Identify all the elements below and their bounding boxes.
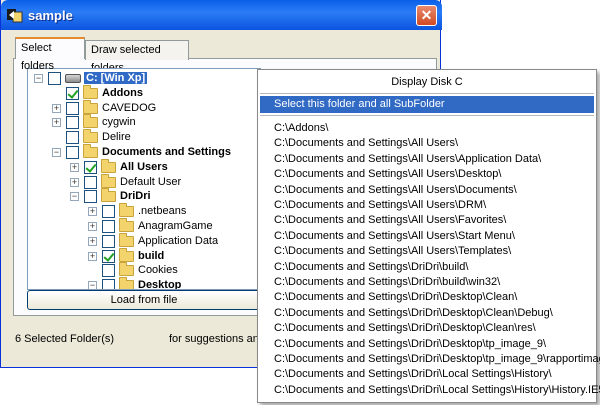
folder-icon — [119, 218, 134, 232]
expand-icon[interactable]: + — [52, 118, 61, 128]
expand-icon[interactable]: + — [88, 236, 97, 246]
tree-row-label: All Users — [120, 160, 168, 173]
folder-icon — [101, 173, 116, 188]
app-icon — [7, 9, 23, 23]
collapse-icon[interactable]: − — [34, 74, 43, 83]
tree-row-label: Documents and Settings — [102, 146, 231, 158]
folder-icon — [119, 247, 134, 262]
collapse-icon[interactable]: − — [88, 281, 97, 289]
tree-row-label: Addons — [102, 86, 143, 99]
tree-row-label: Delire — [102, 131, 131, 144]
expand-icon[interactable]: + — [88, 207, 97, 217]
folder-checkbox[interactable] — [102, 279, 115, 289]
folder-icon — [83, 99, 98, 114]
expand-icon[interactable]: + — [70, 177, 79, 187]
folder-icon — [83, 129, 98, 144]
folder-checkbox[interactable] — [102, 220, 115, 233]
menu-separator — [260, 93, 594, 94]
folder-checkbox[interactable] — [66, 101, 79, 115]
tree-row-label: C: [Win Xp] — [84, 72, 148, 84]
tree-row-label: .netbeans — [138, 205, 187, 218]
tab-select-folders[interactable]: Select folders — [15, 37, 85, 72]
folder-icon — [83, 84, 98, 99]
menu-item-select-folder-and-subfolders[interactable]: Select this folder and all SubFolder — [260, 96, 594, 113]
folder-icon — [83, 114, 98, 129]
tree-row-label: Application Data — [138, 234, 219, 247]
folder-icon — [101, 158, 116, 173]
folder-icon — [83, 144, 98, 158]
folder-checkbox[interactable] — [66, 116, 79, 130]
menu-header-display-disk[interactable]: Display Disk C — [260, 74, 594, 91]
folder-checkbox[interactable] — [102, 234, 115, 248]
tree-row-label: build — [138, 249, 165, 262]
menu-item-path[interactable]: C:\Documents and Settings\DriDri\Local S… — [260, 382, 600, 399]
folder-checkbox[interactable] — [84, 190, 97, 204]
drive-icon — [65, 74, 81, 83]
folder-checkbox[interactable] — [102, 264, 115, 278]
menu-separator — [260, 115, 594, 116]
expand-icon[interactable]: + — [52, 103, 61, 113]
folder-tree[interactable]: − C: [Win Xp] Addons + CAVEDOG + cygwin Delire −… — [27, 68, 261, 290]
folder-checkbox[interactable] — [102, 205, 115, 219]
context-menu: Display Disk C Select this folder and al… — [257, 69, 600, 403]
folder-icon — [119, 203, 134, 218]
expand-icon[interactable]: + — [70, 162, 79, 172]
folder-checkbox[interactable] — [66, 146, 79, 159]
tree-row-label: DriDri — [120, 190, 151, 203]
tree-row-label: Desktop — [138, 279, 182, 290]
selected-count-status: 6 Selected Folder(s) — [15, 333, 115, 345]
collapse-icon[interactable]: − — [52, 148, 61, 157]
tree-row-label: CAVEDOG — [102, 101, 157, 114]
title-bar[interactable]: sample ✕ — [1, 0, 442, 30]
load-from-file-button[interactable]: Load from file — [27, 290, 261, 310]
folder-checkbox[interactable] — [66, 86, 79, 100]
folder-icon — [119, 232, 134, 247]
tree-row-label: Cookies — [138, 264, 178, 277]
folder-icon — [101, 188, 116, 203]
tree-row-label: AnagramGame — [138, 220, 213, 232]
expand-icon[interactable]: + — [88, 222, 97, 231]
folder-checkbox[interactable] — [84, 160, 97, 174]
tree-row-label: Default User — [120, 175, 182, 188]
folder-icon — [119, 262, 134, 277]
window-title: sample — [28, 8, 73, 23]
expand-icon[interactable]: + — [88, 251, 97, 261]
suggestions-text: for suggestions and — [169, 333, 266, 345]
tree-row-label: cygwin — [102, 116, 136, 129]
close-button[interactable]: ✕ — [416, 5, 437, 26]
folder-checkbox[interactable] — [84, 175, 97, 189]
tab-draw-selected-folders[interactable]: Draw selected folders — [85, 40, 189, 74]
collapse-icon[interactable]: − — [70, 192, 79, 202]
folder-checkbox[interactable] — [66, 131, 79, 145]
folder-checkbox[interactable] — [102, 249, 115, 263]
folder-icon — [119, 277, 134, 289]
